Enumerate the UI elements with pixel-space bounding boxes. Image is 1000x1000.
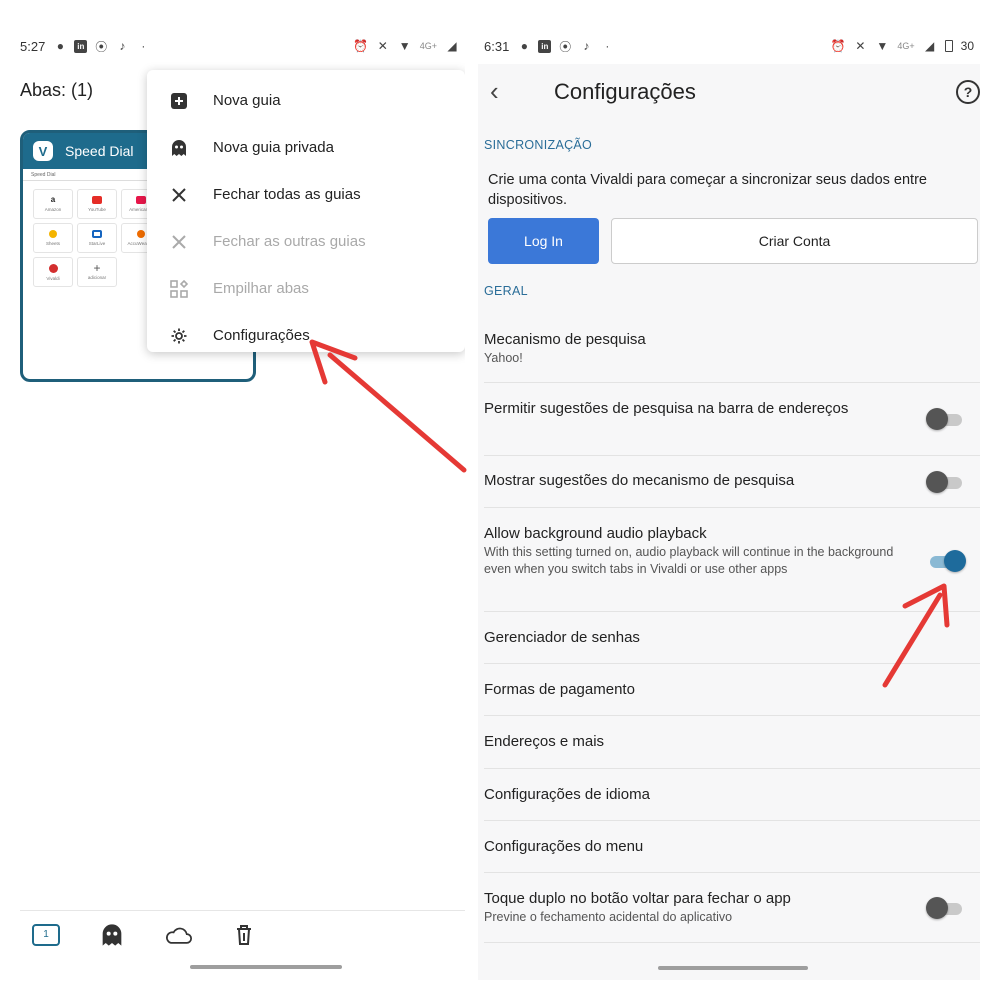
private-tabs-ghost-icon[interactable]	[98, 923, 126, 947]
linkedin-icon: in	[74, 39, 88, 53]
facebook-icon: ⦿	[95, 39, 108, 54]
speed-dial-tile: StarLive	[77, 223, 117, 253]
create-account-button[interactable]: Criar Conta	[611, 218, 978, 264]
menu-item-empilhar-abas[interactable]: Empilhar abas	[147, 265, 465, 312]
section-header-sync: SINCRONIZAÇÃO	[484, 138, 593, 152]
help-icon[interactable]: ?	[956, 80, 980, 104]
menu-item-nova-guia[interactable]: Nova guia	[147, 77, 465, 124]
tab-thumbnail-title: Speed Dial	[65, 143, 134, 159]
menu-item-label: Nova guia	[213, 92, 281, 109]
address-bar-suggestions-toggle[interactable]	[926, 408, 966, 430]
sync-description: Crie uma conta Vivaldi para começar a si…	[488, 172, 927, 208]
setting-row-password-manager[interactable]: Gerenciador de senhas	[484, 612, 980, 664]
synced-tabs-cloud-icon[interactable]	[164, 923, 192, 947]
close-icon	[169, 232, 189, 252]
chat-icon: ●	[520, 39, 528, 53]
speed-dial-add-tile: + adicionar	[77, 257, 117, 287]
speed-dial-tile: Vivaldi	[33, 257, 73, 287]
setting-description: Previne o fechamento acidental do aplica…	[484, 910, 733, 924]
plus-box-icon	[169, 91, 189, 111]
network-label: 4G+	[897, 41, 915, 51]
right-screen: 6:31 ● in ⦿ ♪ · ⏰ ✕ ▼ 4G+ ◢ 30 ‹ Configu…	[478, 28, 980, 980]
stack-icon	[169, 279, 189, 299]
double-tap-back-toggle[interactable]	[926, 897, 966, 919]
setting-row-search-engine[interactable]: Mecanismo de pesquisa Yahoo!	[484, 318, 980, 383]
menu-item-label: Fechar todas as guias	[213, 186, 361, 203]
linkedin-icon: in	[538, 39, 552, 53]
network-label: 4G+	[419, 41, 437, 51]
setting-label: Gerenciador de senhas	[484, 629, 640, 646]
speed-dial-tile: Sheets	[33, 223, 73, 253]
wifi-icon: ▼	[876, 39, 889, 53]
login-button[interactable]: Log In	[488, 218, 599, 264]
dot-icon: ·	[141, 39, 146, 53]
signal-icon: ◢	[447, 39, 457, 53]
setting-label: Mecanismo de pesquisa	[484, 331, 646, 348]
search-engine-suggestions-toggle[interactable]	[926, 471, 966, 493]
tab-switcher-bottom-bar: 1	[20, 910, 465, 958]
alarm-icon: ⏰	[353, 39, 369, 53]
mute-icon: ✕	[855, 39, 866, 53]
setting-label: Mostrar sugestões do mecanismo de pesqui…	[484, 472, 795, 489]
speed-dial-tile: a Amazon	[33, 189, 73, 219]
setting-row-language[interactable]: Configurações de idioma	[484, 769, 980, 821]
wifi-icon: ▼	[398, 39, 411, 53]
setting-label: Configurações do menu	[484, 838, 644, 855]
left-screen: 5:27 ● in ⦿ ♪ · ⏰ ✕ ▼ 4G+ ◢ Abas: (1) V …	[20, 28, 465, 980]
setting-label: Allow background audio playback	[484, 525, 707, 542]
tab-count-button[interactable]: 1	[32, 923, 60, 946]
tabs-title: Abas: (1)	[20, 80, 94, 100]
setting-row-addresses[interactable]: Endereços e mais	[484, 716, 980, 769]
battery-icon	[944, 40, 953, 52]
page-title: Configurações	[554, 79, 696, 104]
navigation-pill[interactable]	[658, 966, 808, 970]
status-bar: 6:31 ● in ⦿ ♪ · ⏰ ✕ ▼ 4G+ ◢ 30	[478, 28, 980, 64]
section-header-general: GERAL	[484, 284, 528, 298]
signal-icon: ◢	[925, 39, 935, 53]
navigation-pill[interactable]	[190, 965, 342, 969]
menu-item-label: Empilhar abas	[213, 280, 309, 297]
tiktok-icon: ♪	[119, 39, 126, 53]
setting-description: With this setting turned on, audio playb…	[484, 545, 894, 576]
trash-icon[interactable]	[230, 923, 258, 947]
settings-app-bar: ‹ Configurações ?	[478, 64, 980, 120]
battery-level: 30	[960, 39, 974, 53]
mute-icon: ✕	[377, 39, 388, 53]
close-icon	[169, 185, 189, 205]
setting-label: Permitir sugestões de pesquisa na barra …	[484, 400, 849, 417]
alarm-icon: ⏰	[830, 39, 846, 53]
setting-value: Yahoo!	[484, 351, 523, 365]
menu-item-fechar-todas[interactable]: Fechar todas as guias	[147, 171, 465, 218]
background-audio-toggle[interactable]	[926, 550, 966, 572]
dot-icon: ·	[605, 39, 610, 53]
menu-item-label: Configurações	[213, 327, 310, 344]
ghost-icon	[169, 138, 189, 158]
gear-icon	[169, 326, 189, 346]
setting-label: Toque duplo no botão voltar para fechar …	[484, 890, 791, 907]
speed-dial-tile: YouTube	[77, 189, 117, 219]
back-arrow-icon[interactable]: ‹	[490, 76, 520, 106]
tiktok-icon: ♪	[583, 39, 590, 53]
menu-item-fechar-outras[interactable]: Fechar as outras guias	[147, 218, 465, 265]
setting-row-double-tap-back[interactable]: Toque duplo no botão voltar para fechar …	[484, 873, 980, 943]
vivaldi-logo-icon: V	[33, 141, 53, 161]
status-time: 6:31	[484, 38, 510, 54]
setting-label: Formas de pagamento	[484, 681, 635, 698]
menu-item-nova-guia-privada[interactable]: Nova guia privada	[147, 124, 465, 171]
setting-row-background-audio[interactable]: Allow background audio playback With thi…	[484, 508, 980, 612]
setting-row-address-bar-suggestions[interactable]: Permitir sugestões de pesquisa na barra …	[484, 383, 980, 456]
status-time: 5:27	[20, 38, 46, 54]
chat-icon: ●	[56, 39, 64, 53]
setting-label: Endereços e mais	[484, 733, 605, 750]
menu-item-label: Fechar as outras guias	[213, 233, 366, 250]
menu-item-label: Nova guia privada	[213, 139, 334, 156]
setting-row-menu[interactable]: Configurações do menu	[484, 821, 980, 873]
setting-row-search-engine-suggestions[interactable]: Mostrar sugestões do mecanismo de pesqui…	[484, 456, 980, 508]
setting-row-payment-methods[interactable]: Formas de pagamento	[484, 664, 980, 716]
setting-label: Configurações de idioma	[484, 786, 650, 803]
menu-item-configuracoes[interactable]: Configurações	[147, 312, 465, 359]
status-bar: 5:27 ● in ⦿ ♪ · ⏰ ✕ ▼ 4G+ ◢	[20, 28, 465, 64]
facebook-icon: ⦿	[559, 39, 572, 54]
tab-overflow-menu: Nova guia Nova guia privada Fechar todas…	[147, 70, 465, 352]
